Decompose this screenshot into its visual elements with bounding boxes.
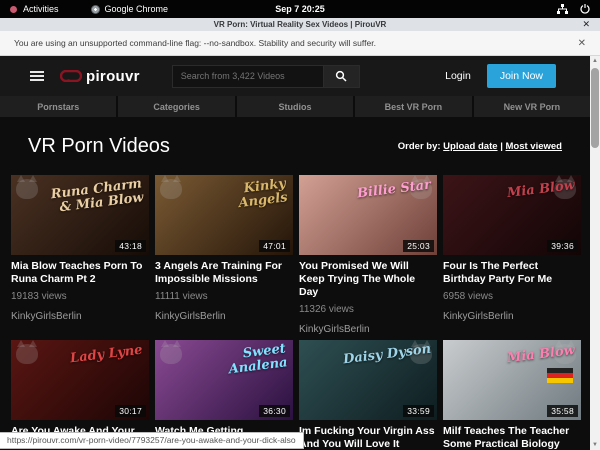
vr-goggles-icon (60, 70, 82, 82)
warning-text: You are using an unsupported command-lin… (14, 38, 376, 48)
power-icon[interactable] (580, 4, 590, 14)
video-views: 6958 views (443, 291, 581, 302)
duration-badge: 43:18 (115, 240, 146, 252)
order-by-label: Order by: (398, 141, 441, 152)
order-link-upload-date[interactable]: Upload date (443, 141, 497, 152)
browser-viewport: pirouvr Login Join Now Pornstars (0, 56, 600, 450)
video-grid: Runa Charm & Mia Blow 43:18 Mia Blow Tea… (11, 175, 581, 450)
video-card[interactable]: Daisy Dyson 33:59 Im Fucking Your Virgin… (299, 340, 437, 450)
search-button[interactable] (324, 65, 360, 88)
search-input[interactable] (172, 65, 324, 88)
window-close-icon[interactable]: ✕ (582, 19, 590, 30)
nav-item-studios[interactable]: Studios (237, 96, 355, 117)
clock[interactable]: Sep 7 20:25 (275, 4, 325, 14)
video-card[interactable]: Mia Blow 35:58 Milf Teaches The Teacher … (443, 340, 581, 450)
video-card[interactable]: Kinky Angels 47:01 3 Angels Are Training… (155, 175, 293, 336)
menu-icon[interactable] (30, 71, 44, 81)
duration-badge: 35:58 (547, 405, 578, 417)
window-title: VR Porn: Virtual Reality Sex Videos | Pi… (214, 20, 387, 29)
thumbnail-overlay-text: Sweet Analena (191, 342, 289, 381)
site-header: pirouvr Login Join Now (0, 56, 590, 96)
video-studio[interactable]: KinkyGirlsBerlin (299, 324, 437, 336)
video-title[interactable]: Four Is The Perfect Birthday Party For M… (443, 260, 581, 286)
duration-badge: 36:30 (259, 405, 290, 417)
desktop-top-bar: Activities Google Chrome Sep 7 20:25 (0, 0, 600, 18)
taskbar-app-label: Google Chrome (105, 4, 169, 14)
scrollbar-up-icon[interactable]: ▲ (590, 56, 600, 66)
order-separator: | (500, 141, 503, 152)
main-nav: Pornstars Categories Studios Best VR Por… (0, 96, 590, 117)
logo-text: pirouvr (86, 68, 140, 85)
video-card[interactable]: Runa Charm & Mia Blow 43:18 Mia Blow Tea… (11, 175, 149, 336)
scrollbar[interactable]: ▲ ▼ (590, 56, 600, 450)
video-thumbnail[interactable]: Mia Blow 39:36 (443, 175, 581, 255)
studio-watermark-icon (16, 344, 38, 364)
taskbar-app-chrome[interactable]: Google Chrome (91, 4, 169, 14)
page-head: VR Porn Videos Order by: Upload date | M… (0, 117, 590, 175)
activities-indicator-icon (10, 6, 17, 13)
video-views: 11326 views (299, 304, 437, 315)
thumbnail-overlay-text: Runa Charm & Mia Blow (47, 177, 145, 216)
nav-item-pornstars[interactable]: Pornstars (0, 96, 118, 117)
site-logo[interactable]: pirouvr (60, 68, 140, 85)
video-title[interactable]: Milf Teaches The Teacher Some Practical … (443, 425, 581, 450)
video-views: 19183 views (11, 291, 149, 302)
video-thumbnail[interactable]: Daisy Dyson 33:59 (299, 340, 437, 420)
video-thumbnail[interactable]: Billie Star 25:03 (299, 175, 437, 255)
video-thumbnail[interactable]: Lady Lyne 30:17 (11, 340, 149, 420)
scrollbar-down-icon[interactable]: ▼ (590, 440, 600, 450)
duration-badge: 47:01 (259, 240, 290, 252)
warning-close-icon[interactable]: ✕ (578, 38, 586, 49)
video-title[interactable]: You Promised We Will Keep Trying The Who… (299, 260, 437, 299)
scrollbar-thumb[interactable] (591, 68, 599, 148)
video-card[interactable]: Mia Blow 39:36 Four Is The Perfect Birth… (443, 175, 581, 336)
login-link[interactable]: Login (445, 70, 471, 82)
page-title: VR Porn Videos (28, 135, 170, 158)
search-icon (335, 70, 347, 82)
thumbnail-overlay-text: Lady Lyne (70, 344, 144, 367)
screen: Activities Google Chrome Sep 7 20:25 VR … (0, 0, 600, 450)
video-thumbnail[interactable]: Runa Charm & Mia Blow 43:18 (11, 175, 149, 255)
status-url: https://pirouvr.com/vr-porn-video/779325… (0, 432, 304, 449)
chrome-warning-bar: You are using an unsupported command-lin… (0, 31, 600, 56)
video-studio[interactable]: KinkyGirlsBerlin (443, 311, 581, 323)
video-title[interactable]: Im Fucking Your Virgin Ass And You Will … (299, 425, 437, 450)
studio-watermark-icon (16, 179, 38, 199)
studio-watermark-icon (160, 179, 182, 199)
video-title[interactable]: Mia Blow Teaches Porn To Runa Charm Pt 2 (11, 260, 149, 286)
duration-badge: 25:03 (403, 240, 434, 252)
window-titlebar: VR Porn: Virtual Reality Sex Videos | Pi… (0, 18, 600, 31)
video-title[interactable]: 3 Angels Are Training For Impossible Mis… (155, 260, 293, 286)
thumbnail-overlay-text: Kinky Angels (191, 177, 289, 216)
german-flag-icon (547, 368, 573, 383)
nav-item-best-vr[interactable]: Best VR Porn (355, 96, 473, 117)
duration-badge: 33:59 (403, 405, 434, 417)
studio-watermark-icon (160, 344, 182, 364)
video-studio[interactable]: KinkyGirlsBerlin (155, 311, 293, 323)
video-thumbnail[interactable]: Kinky Angels 47:01 (155, 175, 293, 255)
video-studio[interactable]: KinkyGirlsBerlin (11, 311, 149, 323)
video-thumbnail[interactable]: Sweet Analena 36:30 (155, 340, 293, 420)
duration-badge: 39:36 (547, 240, 578, 252)
chrome-icon (91, 5, 100, 14)
order-by: Order by: Upload date | Most viewed (398, 141, 562, 152)
video-card[interactable]: Billie Star 25:03 You Promised We Will K… (299, 175, 437, 336)
nav-item-categories[interactable]: Categories (118, 96, 236, 117)
activities-button[interactable]: Activities (23, 4, 59, 14)
network-icon[interactable] (557, 4, 568, 14)
video-views: 11111 views (155, 291, 293, 302)
order-link-most-viewed[interactable]: Most viewed (506, 141, 563, 152)
video-thumbnail[interactable]: Mia Blow 35:58 (443, 340, 581, 420)
join-now-button[interactable]: Join Now (487, 64, 556, 88)
duration-badge: 30:17 (115, 405, 146, 417)
nav-item-new-vr[interactable]: New VR Porn (474, 96, 590, 117)
